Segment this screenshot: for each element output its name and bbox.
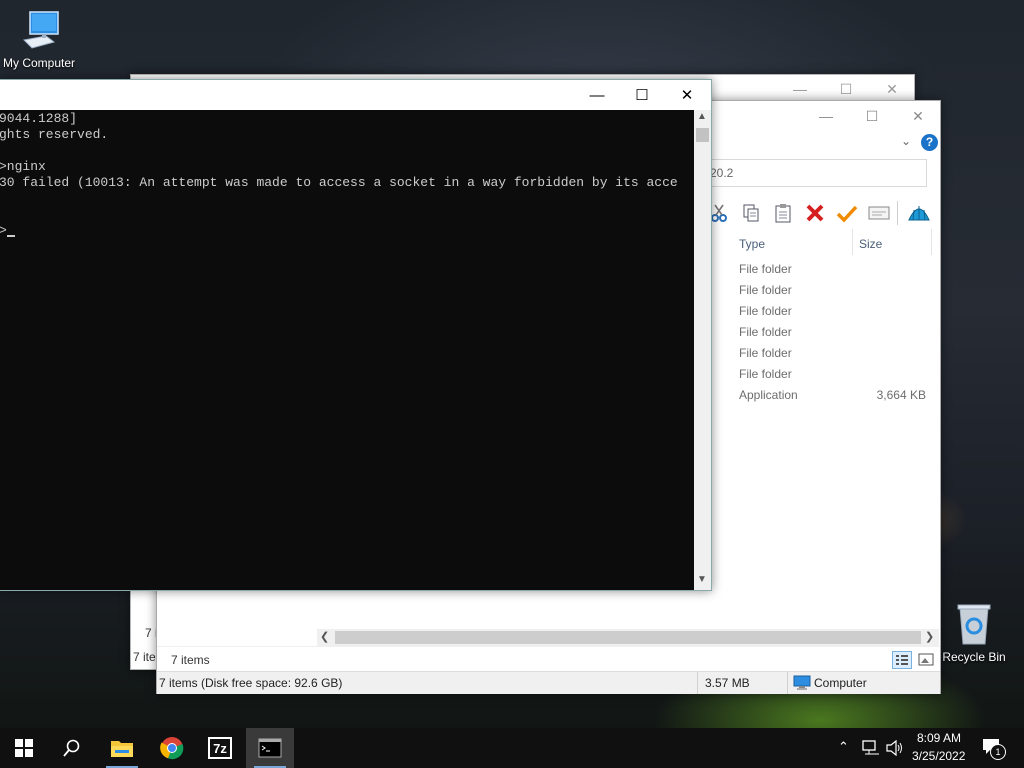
action-center-button[interactable]: 1 [982, 738, 1006, 760]
delete-icon[interactable] [803, 201, 827, 225]
paste-icon[interactable] [771, 201, 795, 225]
scroll-left-icon[interactable]: ❮ [320, 630, 329, 643]
table-row-type[interactable]: File folder [739, 346, 792, 360]
desktop-icon-my-computer[interactable]: My Computer [1, 10, 77, 70]
console-window[interactable]: — ☐ ✕ 9044.1288] ghts reserved. >nginx 3… [0, 79, 712, 591]
taskbar-7zip[interactable]: 7z [196, 728, 244, 768]
maximize-button[interactable]: ☐ [619, 80, 665, 110]
scroll-thumb[interactable] [696, 128, 709, 142]
show-hidden-icons-icon[interactable]: ⌃ [838, 739, 849, 755]
column-header-type[interactable]: Type [739, 233, 765, 255]
items-count: 7 items [171, 653, 210, 667]
thumbnail-view-icon[interactable] [917, 652, 935, 668]
table-row-type[interactable]: Application [739, 388, 798, 402]
check-icon[interactable] [835, 201, 859, 225]
details-view-icon[interactable] [892, 651, 912, 669]
console-cursor [7, 235, 15, 237]
console-line: 9044.1288] [0, 111, 78, 126]
table-row-type[interactable]: File folder [739, 283, 792, 297]
status-items-count: 7 ite [133, 650, 156, 664]
search-button[interactable] [48, 728, 96, 768]
taskbar: 7z ⌃ 8:09 AM 3/25/2022 1 [0, 728, 1024, 768]
taskbar-file-explorer[interactable] [98, 728, 146, 768]
recycle-bin-icon [957, 604, 991, 645]
properties-icon[interactable] [867, 201, 891, 225]
table-row-type[interactable]: File folder [739, 262, 792, 276]
column-header-size[interactable]: Size [859, 233, 882, 255]
vertical-scrollbar[interactable]: ▲ ▼ [694, 110, 711, 590]
location-label: Computer [814, 676, 867, 690]
column-separator [931, 229, 932, 255]
maximize-button[interactable]: ☐ [823, 75, 869, 103]
console-title-bar[interactable]: — ☐ ✕ [0, 80, 711, 110]
close-button[interactable]: ✕ [869, 75, 915, 103]
svg-text:7z: 7z [213, 741, 227, 756]
scroll-right-icon[interactable]: ❯ [925, 630, 934, 643]
selection-size: 3.57 MB [705, 676, 750, 690]
start-button[interactable] [0, 728, 48, 768]
computer-icon [793, 675, 811, 690]
search-icon [63, 739, 80, 757]
scroll-thumb[interactable] [335, 631, 921, 644]
table-row-type[interactable]: File folder [739, 304, 792, 318]
minimize-button[interactable]: — [803, 101, 849, 131]
ribbon-expand-icon[interactable]: ⌄ [901, 134, 911, 148]
network-icon[interactable] [862, 740, 880, 756]
desktop-icon-recycle-bin[interactable]: Recycle Bin [936, 602, 1012, 664]
table-row-type[interactable]: File folder [739, 325, 792, 339]
taskbar-chrome[interactable] [148, 728, 196, 768]
copy-icon[interactable] [739, 201, 763, 225]
horizontal-scrollbar[interactable]: ❮ ❯ [317, 629, 939, 646]
desktop-icon-label: Recycle Bin [942, 650, 1006, 664]
shell-icon[interactable] [907, 201, 931, 225]
console-line: >nginx [0, 159, 46, 174]
7zip-icon: 7z [208, 737, 232, 759]
table-row-size: 3,664 KB [876, 388, 926, 402]
console-prompt: > [0, 223, 7, 238]
column-separator [852, 229, 853, 255]
address-bar[interactable]: 20.2 [705, 159, 927, 187]
help-icon[interactable]: ? [921, 134, 938, 151]
scroll-up-icon[interactable]: ▲ [697, 111, 707, 122]
taskbar-console[interactable] [246, 728, 294, 768]
console-line: ghts reserved. [0, 127, 109, 142]
minimize-button[interactable]: — [777, 75, 823, 103]
status-divider [787, 672, 788, 694]
desktop-icon-label: My Computer [2, 56, 76, 70]
windows-icon [15, 739, 33, 757]
toolbar-separator [897, 201, 898, 225]
items-status-bar: 7 items [157, 646, 940, 672]
folder-icon [111, 741, 133, 757]
volume-icon[interactable] [886, 740, 904, 756]
disk-free-status: 7 items (Disk free space: 92.6 GB) [159, 676, 343, 690]
console-icon [258, 738, 282, 758]
address-text: 20.2 [710, 166, 734, 180]
close-button[interactable]: ✕ [895, 101, 941, 131]
clock-time[interactable]: 8:09 AM [917, 731, 961, 745]
clock-date[interactable]: 3/25/2022 [912, 749, 965, 763]
table-row-type[interactable]: File folder [739, 367, 792, 381]
computer-icon [22, 11, 59, 49]
minimize-button[interactable]: — [574, 80, 620, 110]
notification-count-badge: 1 [990, 744, 1006, 760]
details-status-bar: 7 items (Disk free space: 92.6 GB) 3.57 … [157, 671, 940, 694]
close-button[interactable]: ✕ [664, 80, 710, 110]
maximize-button[interactable]: ☐ [849, 101, 895, 131]
scroll-down-icon[interactable]: ▼ [697, 574, 707, 585]
chrome-icon [160, 737, 184, 760]
console-line: 30 failed (10013: An attempt was made to… [0, 175, 678, 190]
status-divider [697, 672, 698, 694]
